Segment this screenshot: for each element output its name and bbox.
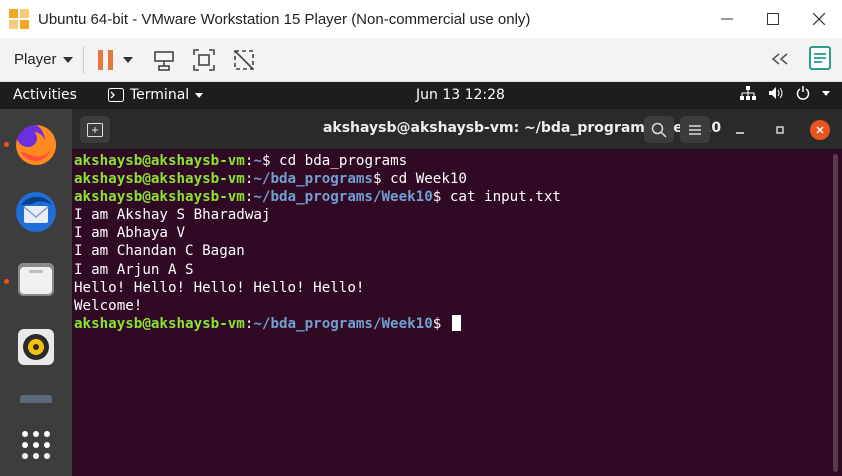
unity-icon[interactable] [231,47,257,73]
running-indicator [4,279,9,284]
rewind-icon[interactable] [770,51,790,70]
prompt-user: akshaysb@akshaysb-vm [74,315,245,332]
prompt-user: akshaysb@akshaysb-vm [74,153,245,169]
maximize-icon[interactable] [770,120,790,140]
hamburger-menu-icon[interactable] [680,116,710,143]
window-titlebar: Ubuntu 64-bit - VMware Workstation 15 Pl… [0,0,842,38]
activities-button[interactable]: Activities [13,87,77,103]
terminal-line: akshaysb@akshaysb-vm:~/bda_programs/Week… [74,314,842,333]
notes-icon[interactable] [808,45,832,75]
minimize-icon[interactable] [730,120,750,140]
network-icon [740,86,756,100]
rhythmbox-icon[interactable] [12,323,60,371]
chevron-down-icon [62,56,73,63]
output-line: I am Akshay S Bharadwaj [74,207,271,224]
output-line: I am Arjun A S [74,261,194,278]
chevron-down-icon [195,92,204,98]
gnome-top-bar: Activities Terminal Jun 13 12:28 [0,82,842,109]
terminal-line: akshaysb@akshaysb-vm:~/bda_programs$ cd … [74,171,467,188]
terminal-icon [108,88,124,102]
trash-icon[interactable] [12,389,60,403]
running-indicator [4,142,9,147]
firefox-icon[interactable] [12,121,60,169]
chevron-down-icon [822,90,830,96]
scrollbar[interactable] [833,154,838,472]
prompt-path: ~/bda_programs/Week10 [253,189,433,206]
app-menu-terminal[interactable]: Terminal [108,87,204,103]
terminal-line: akshaysb@akshaysb-vm:~$ cd bda_programs [74,153,408,169]
terminal-title: akshaysb@akshaysb-vm: ~/bda_programs/Wee… [322,120,722,136]
ubuntu-dock [0,109,72,476]
power-icon [796,86,810,100]
prompt-path: ~ [253,153,262,169]
app-menu-label: Terminal [130,87,190,103]
prompt-path: ~/bda_programs [253,171,373,188]
show-applications-icon[interactable] [12,421,60,469]
thunderbird-icon[interactable] [12,188,60,236]
prompt-user: akshaysb@akshaysb-vm [74,171,245,188]
output-line: Welcome! [74,297,143,314]
clock[interactable]: Jun 13 12:28 [416,87,505,103]
player-menu-label: Player [14,51,57,68]
close-icon[interactable] [796,0,842,38]
output-line: Hello! Hello! Hello! Hello! Hello! [74,279,365,296]
close-icon[interactable] [810,120,830,140]
command-text: cd Week10 [390,171,467,188]
minimize-icon[interactable] [704,0,750,38]
pause-options-chevron-icon[interactable] [122,56,133,63]
send-ctrl-alt-del-icon[interactable] [151,47,177,73]
player-menu-button[interactable]: Player [14,51,73,68]
vmware-logo-icon [8,8,30,30]
fit-guest-icon[interactable] [191,47,217,73]
terminal-headerbar: akshaysb@akshaysb-vm: ~/bda_programs/Wee… [72,109,842,150]
prompt-path: ~/bda_programs/Week10 [253,315,433,332]
volume-icon [769,87,783,99]
maximize-icon[interactable] [750,0,796,38]
prompt-user: akshaysb@akshaysb-vm [74,189,245,206]
vm-toolbar: Player [0,38,842,82]
command-text: cd bda_programs [279,153,408,169]
text-cursor [451,314,461,331]
terminal-output[interactable]: akshaysb@akshaysb-vm:~$ cd bda_programs … [72,150,842,476]
output-line: I am Abhaya V [74,225,186,242]
files-icon[interactable] [12,255,60,303]
system-status-menu[interactable] [740,86,830,100]
command-text: cat input.txt [449,189,561,206]
output-line: I am Chandan C Bagan [74,243,245,260]
terminal-line: akshaysb@akshaysb-vm:~/bda_programs/Week… [74,189,561,206]
pause-icon[interactable] [97,49,113,70]
search-icon[interactable] [644,116,674,143]
window-title: Ubuntu 64-bit - VMware Workstation 15 Pl… [38,10,531,28]
toolbar-divider [82,45,84,74]
